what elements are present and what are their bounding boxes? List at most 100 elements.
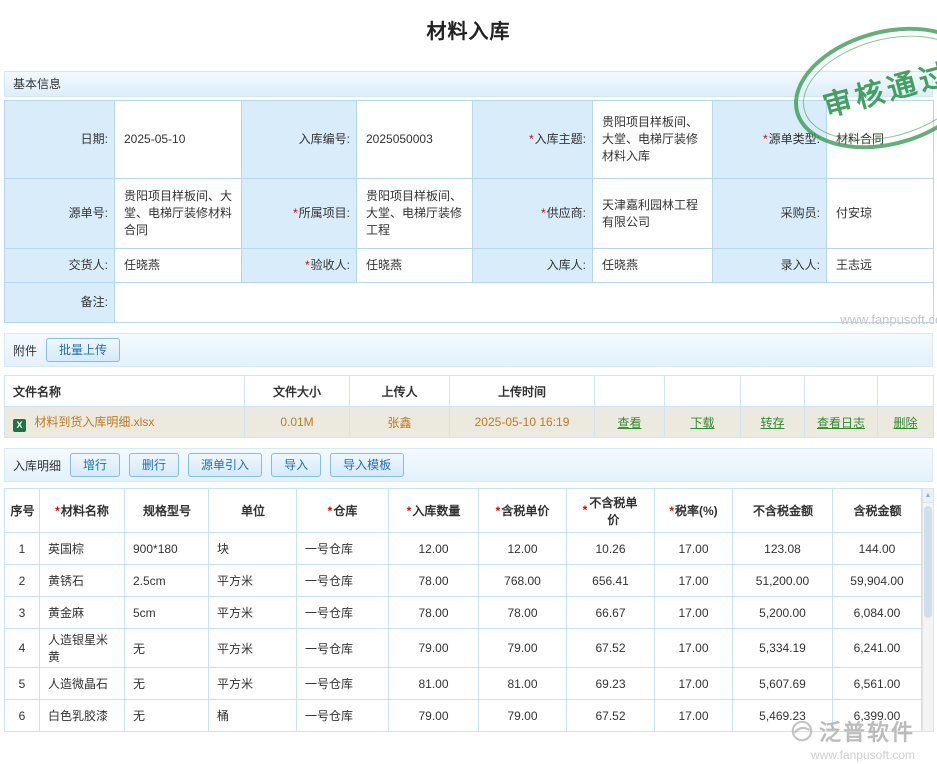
col-seq: 序号 — [5, 489, 40, 533]
delete-row-button[interactable]: 删行 — [129, 453, 179, 477]
col-material-name: *材料名称 — [40, 489, 125, 533]
cell-price-tax: 768.00 — [479, 565, 567, 597]
col-unit: 单位 — [209, 489, 297, 533]
cell-quantity: 79.00 — [389, 700, 479, 732]
att-col-action-1 — [595, 376, 665, 407]
col-quantity: *入库数量 — [389, 489, 479, 533]
cell-price-tax: 12.00 — [479, 533, 567, 565]
cell-price-tax: 78.00 — [479, 597, 567, 629]
cell-quantity: 79.00 — [389, 629, 479, 668]
attachment-file-link[interactable]: 材料到货入库明细.xlsx — [34, 415, 154, 429]
project-value: 贵阳项目样板间、大堂、电梯厅装修工程 — [357, 179, 473, 249]
view-log-link[interactable]: 查看日志 — [817, 416, 865, 430]
detail-table: 序号 *材料名称 规格型号 单位 *仓库 *入库数量 *含税单价 *不含税单价 … — [4, 488, 922, 732]
cell-seq: 3 — [5, 597, 40, 629]
cell-warehouse: 一号仓库 — [297, 700, 389, 732]
scrollbar[interactable]: ▲ — [922, 488, 934, 732]
scroll-up-button[interactable]: ▲ — [923, 489, 933, 503]
subject-value: 贵阳项目样板间、大堂、电梯厅装修材料入库 — [593, 101, 713, 179]
cell-amount-tax: 6,399.00 — [833, 700, 922, 732]
cell-unit: 平方米 — [209, 668, 297, 700]
attachment-uploader: 张鑫 — [350, 407, 450, 438]
view-link[interactable]: 查看 — [617, 416, 641, 430]
att-col-filename: 文件名称 — [5, 376, 245, 407]
cell-unit: 桶 — [209, 700, 297, 732]
date-value: 2025-05-10 — [115, 101, 242, 179]
cell-price-tax: 81.00 — [479, 668, 567, 700]
cell-tax-rate: 17.00 — [655, 565, 733, 597]
cell-material-name: 英国棕 — [40, 533, 125, 565]
supplier-label: *供应商: — [473, 179, 593, 249]
source-no-value: 贵阳项目样板间、大堂、电梯厅装修材料合同 — [115, 179, 242, 249]
import-button[interactable]: 导入 — [271, 453, 321, 477]
cell-seq: 6 — [5, 700, 40, 732]
acceptor-value: 任晓燕 — [357, 249, 473, 283]
batch-upload-button[interactable]: 批量上传 — [46, 338, 120, 362]
purchaser-value: 付安琼 — [827, 179, 934, 249]
inbound-no-label: 入库编号: — [242, 101, 357, 179]
delete-link[interactable]: 删除 — [893, 416, 917, 430]
add-row-button[interactable]: 增行 — [70, 453, 120, 477]
attachment-file-size: 0.01M — [245, 407, 350, 438]
col-tax-rate: *税率(%) — [655, 489, 733, 533]
att-col-action-5 — [878, 376, 934, 407]
cell-material-name: 黄金麻 — [40, 597, 125, 629]
cell-tax-rate: 17.00 — [655, 597, 733, 629]
attachments-section-header: 附件 批量上传 — [4, 333, 933, 367]
cell-quantity: 81.00 — [389, 668, 479, 700]
remark-value — [115, 283, 934, 323]
remark-label: 备注: — [5, 283, 115, 323]
att-col-uploadtime: 上传时间 — [450, 376, 595, 407]
att-col-filesize: 文件大小 — [245, 376, 350, 407]
cell-seq: 2 — [5, 565, 40, 597]
detail-row: 5 人造微晶石 无 平方米 一号仓库 81.00 81.00 69.23 17.… — [5, 668, 922, 700]
stocker-label: 入库人: — [473, 249, 593, 283]
detail-row: 6 白色乳胶漆 无 桶 一号仓库 79.00 79.00 67.52 17.00… — [5, 700, 922, 732]
excel-file-icon: X — [13, 419, 26, 432]
cell-amount-tax: 6,561.00 — [833, 668, 922, 700]
cell-tax-rate: 17.00 — [655, 533, 733, 565]
cell-spec: 2.5cm — [125, 565, 209, 597]
attachments-header-row: 文件名称 文件大小 上传人 上传时间 — [5, 376, 934, 407]
col-warehouse: *仓库 — [297, 489, 389, 533]
cell-seq: 1 — [5, 533, 40, 565]
col-amount-notax: 不含税金额 — [733, 489, 833, 533]
attachments-section-title: 附件 — [13, 342, 37, 359]
source-import-button[interactable]: 源单引入 — [188, 453, 262, 477]
detail-row: 4 人造银星米黄 无 平方米 一号仓库 79.00 79.00 67.52 17… — [5, 629, 922, 668]
cell-material-name: 人造银星米黄 — [40, 629, 125, 668]
cell-price-notax: 67.52 — [567, 700, 655, 732]
basic-info-table: 日期: 2025-05-10 入库编号: 2025050003 *入库主题: 贵… — [4, 100, 934, 323]
cell-amount-tax: 6,241.00 — [833, 629, 922, 668]
cell-warehouse: 一号仓库 — [297, 597, 389, 629]
cell-amount-notax: 123.08 — [733, 533, 833, 565]
detail-section-header: 入库明细 增行 删行 源单引入 导入 导入模板 — [4, 448, 933, 482]
source-type-label: *源单类型: — [713, 101, 827, 179]
cell-amount-tax: 144.00 — [833, 533, 922, 565]
watermark-url-text: www.fanpusoft.com — [791, 748, 915, 762]
recorder-label: 录入人: — [713, 249, 827, 283]
date-label: 日期: — [5, 101, 115, 179]
att-col-action-3 — [741, 376, 805, 407]
source-no-label: 源单号: — [5, 179, 115, 249]
scrollbar-thumb[interactable] — [924, 506, 932, 618]
cell-tax-rate: 17.00 — [655, 700, 733, 732]
cell-price-tax: 79.00 — [479, 629, 567, 668]
cell-material-name: 黄锈石 — [40, 565, 125, 597]
import-template-button[interactable]: 导入模板 — [330, 453, 404, 477]
inbound-no-value: 2025050003 — [357, 101, 473, 179]
basic-info-section-header: 基本信息 — [4, 71, 933, 97]
cell-unit: 平方米 — [209, 565, 297, 597]
cell-amount-notax: 5,607.69 — [733, 668, 833, 700]
project-label: *所属项目: — [242, 179, 357, 249]
att-col-action-2 — [665, 376, 741, 407]
stocker-value: 任晓燕 — [593, 249, 713, 283]
cell-seq: 4 — [5, 629, 40, 668]
deliverer-value: 任晓燕 — [115, 249, 242, 283]
cell-warehouse: 一号仓库 — [297, 533, 389, 565]
cell-amount-notax: 5,334.19 — [733, 629, 833, 668]
download-link[interactable]: 下载 — [690, 416, 714, 430]
deliverer-label: 交货人: — [5, 249, 115, 283]
cell-price-notax: 69.23 — [567, 668, 655, 700]
save-as-link[interactable]: 转存 — [760, 416, 784, 430]
